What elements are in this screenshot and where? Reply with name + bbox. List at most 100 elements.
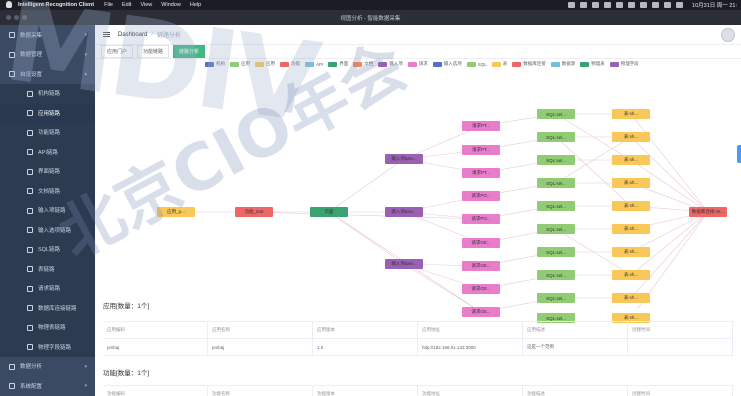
- sidebar-item[interactable]: 输入选项链路: [0, 220, 95, 240]
- sidebar-item[interactable]: 功能链路: [0, 122, 95, 142]
- sidebar-item[interactable]: 表链路: [0, 259, 95, 279]
- graph-edge: [253, 211, 482, 220]
- close-window-button[interactable]: [6, 15, 11, 20]
- maximize-window-button[interactable]: [22, 15, 27, 20]
- tray-icon[interactable]: [568, 2, 576, 8]
- graph-node[interactable]: SQL:sel...: [537, 270, 575, 280]
- graph-node[interactable]: 输入项&ne...: [385, 207, 423, 217]
- graph-node[interactable]: 表:sh...: [612, 155, 650, 165]
- graph-node[interactable]: 功能_test: [235, 207, 273, 217]
- sidebar-item[interactable]: 输入项链路: [0, 200, 95, 220]
- link-graph[interactable]: 应用_p... 功能_test 页面 输入项&ne... 输入项&ne... 输入项&ne…: [95, 59, 741, 323]
- tray-icon[interactable]: [652, 2, 660, 8]
- graph-node[interactable]: 请求PT...: [462, 121, 500, 131]
- sidebar-item[interactable]: SQL链路: [0, 239, 95, 259]
- sidebar-item[interactable]: 自设设置 ▴: [0, 64, 95, 84]
- table-header-cell[interactable]: 功能名称: [208, 386, 313, 396]
- hamburger-icon[interactable]: [103, 32, 110, 37]
- graph-node[interactable]: SQL:sel...: [537, 132, 575, 142]
- table-header-cell[interactable]: 功能地址: [418, 386, 523, 396]
- table-header-cell[interactable]: 功能描述: [523, 386, 628, 396]
- graph-node[interactable]: SQL:sel...: [537, 201, 575, 211]
- sidebar-item[interactable]: 数据采集 ▾: [0, 25, 95, 45]
- graph-node[interactable]: 表:sh...: [612, 178, 650, 188]
- graph-node[interactable]: 表:sh...: [612, 224, 650, 234]
- graph-node[interactable]: 请求GE...: [462, 307, 500, 317]
- table-row[interactable]: pmbaj pmbaj 1.0 http://192.168.61.133:3000 这…: [103, 339, 733, 356]
- table-header-cell[interactable]: 应用描述: [523, 322, 628, 338]
- graph-node[interactable]: 请求GE...: [462, 238, 500, 248]
- table-header-cell[interactable]: 应用编码: [103, 322, 208, 338]
- table-header-cell[interactable]: 应用地址: [418, 322, 523, 338]
- tray-icon[interactable]: [616, 2, 624, 8]
- graph-node[interactable]: 表:sh...: [612, 201, 650, 211]
- tray-icon[interactable]: [592, 2, 600, 8]
- sidebar-item[interactable]: 文档链路: [0, 181, 95, 201]
- graph-node[interactable]: 请求PT...: [462, 145, 500, 155]
- table-header-cell[interactable]: 功能编码: [103, 386, 208, 396]
- graph-node[interactable]: 请求PO...: [462, 214, 500, 224]
- graph-node[interactable]: 表:sh...: [612, 132, 650, 142]
- graph-node[interactable]: SQL:sel...: [537, 224, 575, 234]
- graph-node[interactable]: SQL:sel...: [537, 109, 575, 119]
- sidebar-item[interactable]: 机构链路: [0, 83, 95, 103]
- app-name-menu[interactable]: Intelligent Recognition Client: [18, 2, 94, 8]
- battery-icon[interactable]: [676, 2, 684, 8]
- tag-tab[interactable]: 链路分析: [173, 45, 206, 58]
- menu-file[interactable]: File: [104, 2, 113, 8]
- sidebar-item[interactable]: 数据库连接链路: [0, 298, 95, 318]
- clock[interactable]: 10月31日 周一 21:: [692, 1, 737, 9]
- graph-node[interactable]: 表:sh...: [612, 270, 650, 280]
- tray-icon[interactable]: [628, 2, 636, 8]
- macos-menubar: Intelligent Recognition Client File Edit…: [0, 0, 741, 10]
- tray-icon[interactable]: [580, 2, 588, 8]
- avatar[interactable]: [721, 28, 735, 42]
- graph-node[interactable]: 请求GE...: [462, 261, 500, 271]
- graph-node[interactable]: 表:sh...: [612, 247, 650, 257]
- graph-node[interactable]: 输入项&ne...: [385, 259, 423, 269]
- sidebar-item[interactable]: 应用链路: [0, 103, 95, 123]
- graph-node[interactable]: 请求GE...: [462, 284, 500, 294]
- graph-node[interactable]: 应用_p...: [157, 207, 195, 217]
- minimize-window-button[interactable]: [14, 15, 19, 20]
- tray-icon[interactable]: [640, 2, 648, 8]
- sidebar-item[interactable]: 数据管理 ▾: [0, 45, 95, 65]
- table-header-cell[interactable]: 应用名称: [208, 322, 313, 338]
- menu-item-icon: [27, 168, 33, 175]
- breadcrumb-home[interactable]: Dashboard: [118, 32, 147, 38]
- graph-node[interactable]: 输入项&ne...: [385, 154, 423, 164]
- tag-tab[interactable]: 应用门户: [101, 45, 134, 58]
- menu-help[interactable]: Help: [190, 2, 201, 8]
- table-header-cell[interactable]: 功能版本: [313, 386, 418, 396]
- scroll-handle[interactable]: [737, 145, 741, 163]
- sidebar-item[interactable]: 物理表链路: [0, 317, 95, 337]
- graph-node[interactable]: SQL:sel...: [537, 178, 575, 188]
- tag-tab[interactable]: 功能链路: [137, 45, 170, 58]
- wifi-icon[interactable]: [664, 2, 672, 8]
- sidebar-item[interactable]: 物理字段链路: [0, 337, 95, 357]
- graph-node[interactable]: 请求PO...: [462, 191, 500, 201]
- graph-node[interactable]: 请求PT...: [462, 168, 500, 178]
- graph-node[interactable]: SQL:sel...: [537, 293, 575, 303]
- table-header-cell[interactable]: 创建时间: [628, 386, 733, 396]
- chevron-down-icon: ▾: [84, 383, 87, 389]
- graph-node[interactable]: 数据库连接:mt...: [689, 207, 727, 217]
- sidebar-item[interactable]: 数据分析 ▾: [0, 357, 95, 377]
- menu-view[interactable]: View: [140, 2, 152, 8]
- apple-icon[interactable]: [6, 1, 12, 8]
- status-tray: 10月31日 周一 21:: [568, 0, 737, 10]
- sidebar-item[interactable]: 系统配置 ▾: [0, 376, 95, 396]
- graph-node[interactable]: 表:sh...: [612, 109, 650, 119]
- graph-node[interactable]: SQL:sel...: [537, 155, 575, 165]
- graph-node[interactable]: SQL:sel...: [537, 247, 575, 257]
- sidebar-item[interactable]: 界面链路: [0, 161, 95, 181]
- sidebar-item[interactable]: API链路: [0, 142, 95, 162]
- table-header-cell[interactable]: 应用版本: [313, 322, 418, 338]
- table-header-cell[interactable]: 创建时间: [628, 322, 733, 338]
- tray-icon[interactable]: [604, 2, 612, 8]
- graph-node[interactable]: 表:sh...: [612, 293, 650, 303]
- menu-window[interactable]: Window: [161, 2, 181, 8]
- menu-edit[interactable]: Edit: [122, 2, 131, 8]
- sidebar-item[interactable]: 请求链路: [0, 278, 95, 298]
- graph-node[interactable]: 页面: [310, 207, 348, 217]
